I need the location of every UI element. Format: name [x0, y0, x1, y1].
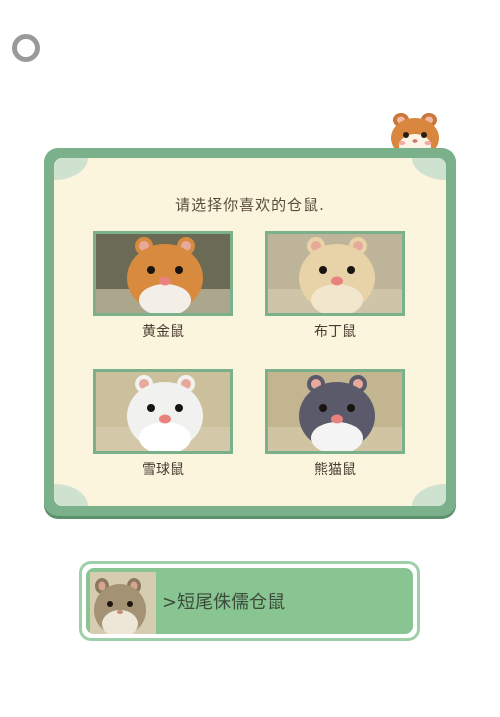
hamster-option-pudding[interactable]: 布丁鼠 — [265, 231, 405, 341]
dwarf-hamster-variant-button[interactable]: >短尾侏儒仓鼠 — [79, 561, 420, 641]
variant-button-label: >短尾侏儒仓鼠 — [162, 592, 286, 613]
hamster-option-label: 熊猫鼠 — [314, 462, 356, 478]
hamster-photo — [93, 231, 233, 316]
hamster-selection-panel: 请选择你喜欢的仓鼠. 黄金鼠 布丁鼠 雪球鼠 熊猫鼠 — [44, 148, 456, 516]
hamster-option-snowball[interactable]: 雪球鼠 — [93, 369, 233, 479]
variant-button-inner: >短尾侏儒仓鼠 — [86, 568, 413, 634]
hamster-photo — [265, 231, 405, 316]
settings-ring-icon[interactable] — [12, 34, 40, 62]
hamster-photo — [93, 369, 233, 454]
panel-corner-decoration — [54, 484, 88, 506]
panel-corner-decoration — [412, 158, 446, 180]
hamster-photo — [265, 369, 405, 454]
hamster-option-label: 布丁鼠 — [314, 324, 356, 340]
hamster-option-label: 黄金鼠 — [142, 324, 184, 340]
panel-inner: 请选择你喜欢的仓鼠. 黄金鼠 布丁鼠 雪球鼠 熊猫鼠 — [54, 158, 446, 506]
dwarf-hamster-thumbnail — [90, 572, 156, 634]
hamster-option-label: 雪球鼠 — [142, 462, 184, 478]
hamster-option-panda[interactable]: 熊猫鼠 — [265, 369, 405, 479]
hamster-option-golden[interactable]: 黄金鼠 — [93, 231, 233, 341]
selection-prompt: 请选择你喜欢的仓鼠. — [175, 196, 325, 214]
panel-corner-decoration — [54, 158, 88, 180]
panel-corner-decoration — [412, 484, 446, 506]
